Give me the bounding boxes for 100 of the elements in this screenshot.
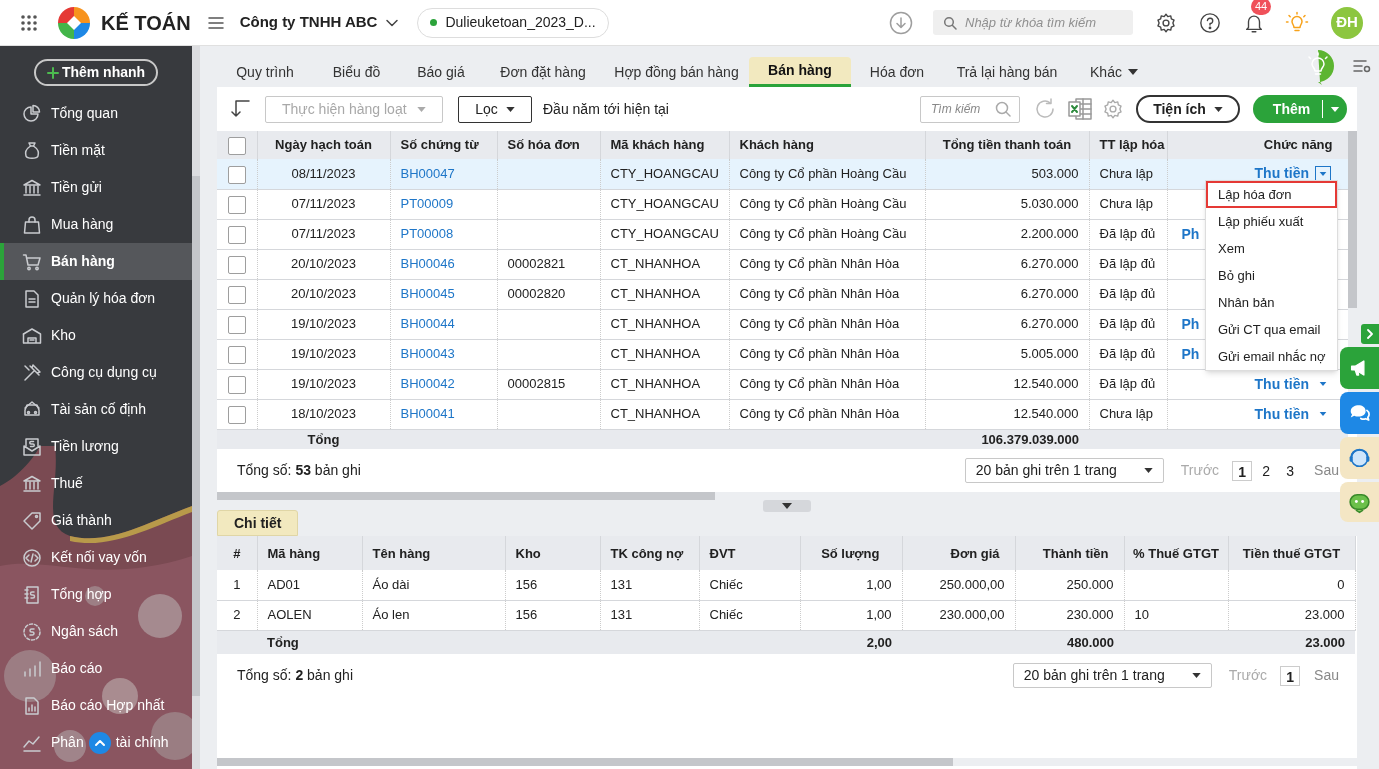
sidebar-item[interactable]: Quản lý hóa đơn bbox=[0, 280, 192, 317]
next-page-button[interactable]: Sau bbox=[1314, 665, 1339, 686]
checkbox[interactable] bbox=[227, 315, 246, 334]
sidebar-item[interactable]: Phân tài chính bbox=[0, 724, 192, 761]
checkbox[interactable] bbox=[227, 225, 246, 244]
settings-icon[interactable] bbox=[1155, 11, 1177, 34]
action-link[interactable]: Ph bbox=[1181, 223, 1200, 245]
utilities-button[interactable]: Tiện ích bbox=[1136, 95, 1240, 123]
tab[interactable]: Hợp đồng bán hàng bbox=[604, 57, 749, 87]
announcement-button[interactable] bbox=[1340, 347, 1379, 389]
page-size-dropdown[interactable]: 20 bản ghi trên 1 trang bbox=[964, 458, 1164, 483]
page-button[interactable]: 1 bbox=[1232, 460, 1253, 481]
page-button[interactable]: 3 bbox=[1280, 460, 1301, 481]
collapse-arrow-icon[interactable] bbox=[231, 98, 251, 120]
table-cell: 5.005.000 bbox=[1020, 346, 1079, 362]
voucher-link[interactable]: BH00041 bbox=[400, 406, 455, 422]
sidebar-item[interactable]: Báo cáo bbox=[0, 650, 192, 687]
column-header[interactable]: TK công nợ bbox=[600, 536, 699, 570]
refresh-icon[interactable] bbox=[1034, 98, 1056, 120]
column-header[interactable]: Mã hàng bbox=[257, 536, 362, 570]
scrollbar-thumb[interactable] bbox=[192, 176, 200, 696]
column-header[interactable]: Tiền thuế GTGT bbox=[1228, 536, 1355, 570]
sidebar-item[interactable]: Tiền gửi bbox=[0, 169, 192, 206]
sidebar-item[interactable]: Tài sản cố định bbox=[0, 391, 192, 428]
sidebar-item[interactable]: Tiền lương bbox=[0, 428, 192, 465]
tab[interactable]: Trả lại hàng bán bbox=[943, 57, 1071, 87]
table-row[interactable]: 08/11/2023 BH00047 CTY_HOANGCAU Công ty Cổ phần Hoàng Cầu 503.000 Chưa lập Thu tiền bbox=[217, 159, 1348, 189]
sidebar-item[interactable]: Báo cáo Hợp nhất bbox=[0, 687, 192, 724]
column-header[interactable]: Kho bbox=[505, 536, 600, 570]
sidebar-item[interactable]: Mua hàng bbox=[0, 206, 192, 243]
voucher-link[interactable]: BH00043 bbox=[400, 346, 455, 362]
tab[interactable]: Biểu đồ bbox=[313, 57, 400, 87]
checkbox[interactable] bbox=[227, 136, 246, 155]
support-agent-button[interactable] bbox=[1340, 437, 1379, 479]
tab[interactable]: Hóa đơn bbox=[851, 57, 943, 87]
column-settings-icon[interactable] bbox=[1353, 58, 1371, 75]
checkbox[interactable] bbox=[227, 165, 246, 184]
column-header[interactable]: % Thuế GTGT bbox=[1124, 536, 1228, 570]
voucher-link[interactable]: BH00045 bbox=[400, 286, 455, 302]
splitter-toggle[interactable] bbox=[763, 500, 811, 512]
chatbot-button[interactable] bbox=[1340, 482, 1379, 522]
menu-item[interactable]: Gửi email nhắc nợ bbox=[1206, 343, 1337, 370]
tab[interactable]: Khác bbox=[1071, 57, 1157, 87]
sidebar-item[interactable]: Tổng quan bbox=[0, 95, 192, 132]
column-header[interactable]: Tên hàng bbox=[362, 536, 505, 570]
sidebar-item[interactable]: Giá thành bbox=[0, 502, 192, 539]
column-header[interactable]: Số lượng bbox=[800, 536, 902, 570]
tab[interactable]: Đơn đặt hàng bbox=[482, 57, 604, 87]
checkbox[interactable] bbox=[227, 345, 246, 364]
checkbox[interactable] bbox=[227, 285, 246, 304]
sidebar-item[interactable]: Bán hàng bbox=[0, 243, 192, 280]
page-button[interactable]: 2 bbox=[1256, 460, 1277, 481]
tab[interactable]: Chi tiết bbox=[217, 510, 299, 536]
action-link[interactable]: Thu tiền bbox=[1254, 373, 1309, 395]
scrollbar-thumb[interactable] bbox=[1348, 131, 1357, 308]
checkbox[interactable] bbox=[227, 195, 246, 214]
chat-button[interactable] bbox=[1340, 392, 1379, 434]
search-field[interactable]: Tìm kiếm bbox=[920, 95, 1020, 123]
tab[interactable]: Báo giá bbox=[400, 57, 482, 87]
scrollbar-thumb[interactable] bbox=[217, 758, 953, 766]
sidebar-item[interactable]: Kết nối vay vốn bbox=[0, 539, 192, 576]
voucher-link[interactable]: BH00042 bbox=[400, 376, 455, 392]
scroll-up-button[interactable] bbox=[88, 731, 111, 754]
column-header[interactable]: Thành tiền bbox=[1015, 536, 1124, 570]
voucher-link[interactable]: BH00046 bbox=[400, 256, 455, 272]
page-size-dropdown[interactable]: 20 bản ghi trên 1 trang bbox=[1012, 663, 1212, 688]
action-link[interactable]: Thu tiền bbox=[1254, 403, 1309, 425]
filter-dropdown[interactable]: Lọc bbox=[458, 95, 532, 123]
column-header[interactable]: ĐVT bbox=[699, 536, 800, 570]
download-icon[interactable] bbox=[889, 10, 913, 35]
column-header[interactable]: # bbox=[217, 536, 257, 570]
sidebar-item[interactable]: Thuế bbox=[0, 465, 192, 502]
expand-panel-button[interactable] bbox=[1361, 324, 1379, 344]
menu-item[interactable]: Lập hóa đơn bbox=[1206, 181, 1337, 208]
help-icon[interactable] bbox=[1199, 11, 1221, 34]
excel-icon[interactable] bbox=[1068, 98, 1092, 120]
column-header[interactable]: Đơn giá bbox=[902, 536, 1015, 570]
voucher-link[interactable]: BH00047 bbox=[400, 166, 455, 181]
company-selector[interactable]: Công ty TNHH ABC bbox=[239, 11, 400, 34]
quick-add-button[interactable]: Thêm nhanh bbox=[34, 59, 158, 86]
sidebar-item[interactable]: Ngân sách bbox=[0, 613, 192, 650]
tab[interactable]: Quy trình bbox=[217, 57, 313, 87]
sidebar-item[interactable]: Kho bbox=[0, 317, 192, 354]
checkbox[interactable] bbox=[227, 405, 246, 424]
sidebar-item[interactable]: Công cụ dụng cụ bbox=[0, 354, 192, 391]
voucher-link[interactable]: PT00009 bbox=[400, 196, 454, 212]
action-link[interactable]: Ph bbox=[1181, 343, 1200, 365]
checkbox[interactable] bbox=[227, 375, 246, 394]
page-button[interactable]: 1 bbox=[1280, 665, 1301, 686]
voucher-link[interactable]: PT00008 bbox=[400, 226, 454, 242]
action-link[interactable]: Ph bbox=[1181, 313, 1200, 335]
next-page-button[interactable]: Sau bbox=[1314, 460, 1339, 481]
voucher-link[interactable]: BH00044 bbox=[400, 316, 455, 332]
scrollbar-thumb[interactable] bbox=[217, 492, 715, 500]
apps-grid-icon[interactable] bbox=[20, 13, 38, 32]
checkbox[interactable] bbox=[227, 255, 246, 274]
sidebar-item[interactable]: Tiền mặt bbox=[0, 132, 192, 169]
sidebar-item[interactable]: Tổng hợp bbox=[0, 576, 192, 613]
tab[interactable]: Bán hàng bbox=[749, 57, 851, 87]
search-field[interactable]: Nhập từ khóa tìm kiếm bbox=[933, 10, 1133, 35]
